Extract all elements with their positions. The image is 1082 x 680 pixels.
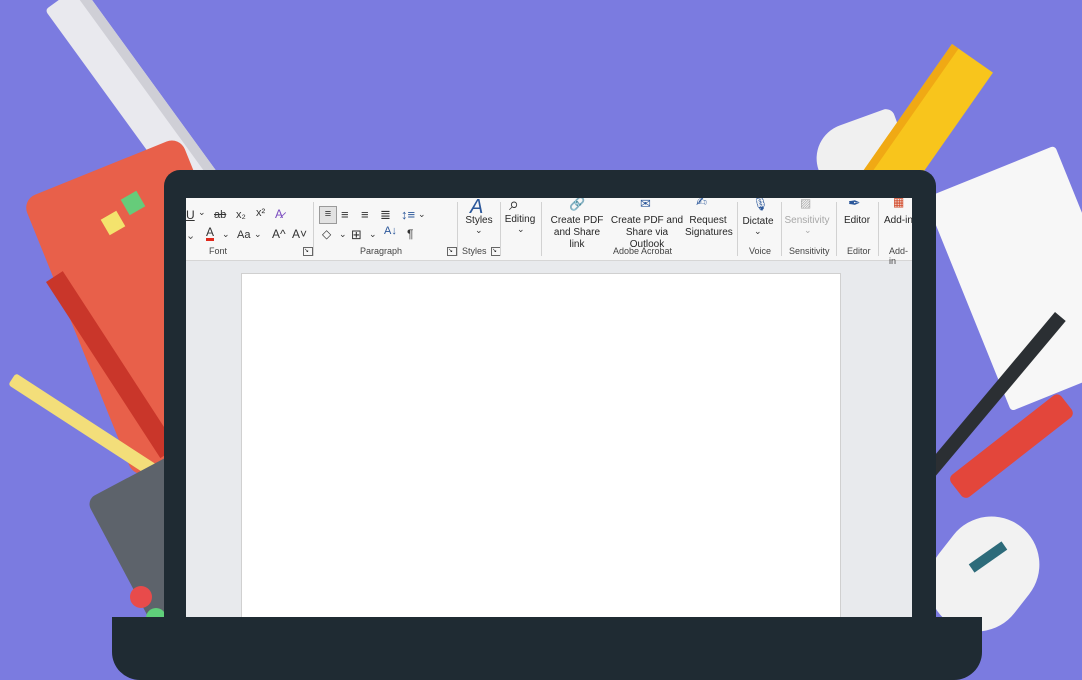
search-icon: ⌕: [509, 198, 520, 214]
word-window: U ⌄ ab x₂ x² A̷ ⌄ A ⌄ Aa ⌄ A^ A˅ Font ↘ …: [186, 198, 912, 617]
chevron-down-icon[interactable]: ⌄: [804, 225, 812, 236]
request-signatures-button[interactable]: Request Signatures: [685, 215, 733, 239]
ribbon: U ⌄ ab x₂ x² A̷ ⌄ A ⌄ Aa ⌄ A^ A˅ Font ↘ …: [186, 198, 912, 266]
add-ins-group-label: Add-in: [889, 246, 909, 266]
sensitivity-group-label: Sensitivity: [789, 246, 830, 256]
add-ins-button[interactable]: Add-ins: [884, 215, 912, 227]
styles-group-label: Styles: [462, 246, 487, 256]
align-left-icon[interactable]: ≡: [319, 206, 337, 224]
divider: [836, 202, 837, 256]
sensitivity-icon: ▨: [800, 198, 812, 210]
line-spacing-icon[interactable]: ↕≡: [401, 207, 415, 222]
divider: [781, 202, 782, 256]
divider: [878, 202, 879, 256]
font-dialog-launcher-icon[interactable]: ↘: [303, 247, 313, 256]
signature-icon: ✍: [696, 198, 707, 209]
laptop-base: [112, 617, 982, 680]
request-signatures-label-1: Request: [689, 215, 727, 226]
envelope-icon: ✉: [640, 198, 651, 211]
divider: [457, 202, 458, 256]
add-ins-icon: ▦: [893, 198, 905, 209]
editor-button[interactable]: Editor: [840, 215, 874, 227]
document-page[interactable]: [241, 273, 841, 617]
underline-button[interactable]: U: [186, 208, 195, 222]
calculator-button-red: [130, 586, 152, 608]
subscript-button[interactable]: x₂: [236, 209, 246, 221]
chevron-down-icon[interactable]: ⌄: [339, 229, 347, 240]
divider: [500, 202, 501, 256]
chevron-down-icon[interactable]: ⌄: [369, 229, 377, 240]
paragraph-dialog-launcher-icon[interactable]: ↘: [447, 247, 457, 256]
pdf-link-icon: 🔗: [569, 198, 586, 211]
chevron-down-icon[interactable]: ⌄: [254, 229, 262, 240]
align-center-icon[interactable]: ≡: [341, 207, 349, 222]
divider: [313, 202, 314, 256]
divider: [737, 202, 738, 256]
editor-group-label: Editor: [847, 246, 871, 256]
shading-icon[interactable]: ◇: [322, 227, 331, 241]
create-pdf-share-link-label-1: Create PDF: [550, 215, 604, 226]
show-marks-button[interactable]: ¶: [407, 227, 413, 241]
divider: [541, 202, 542, 256]
adobe-acrobat-group-label: Adobe Acrobat: [613, 246, 673, 256]
voice-group-label: Voice: [749, 246, 772, 256]
shrink-font-button[interactable]: A˅: [292, 227, 307, 241]
highlight-chevron-icon[interactable]: ⌄: [186, 229, 195, 242]
font-group-label: Font: [209, 246, 228, 256]
sort-icon[interactable]: A↓: [384, 225, 397, 237]
borders-icon[interactable]: ⊞: [351, 227, 362, 243]
create-pdf-share-link-button[interactable]: Create PDF and Share link: [547, 215, 607, 251]
strikethrough-button[interactable]: ab: [214, 209, 226, 221]
align-right-icon[interactable]: ≡: [361, 207, 369, 222]
chevron-down-icon[interactable]: ⌄: [222, 229, 230, 240]
justify-icon[interactable]: ≣: [380, 207, 391, 223]
chevron-down-icon[interactable]: ⌄: [517, 224, 525, 235]
chevron-down-icon[interactable]: ⌄: [418, 209, 426, 220]
font-color-button[interactable]: A: [206, 226, 215, 241]
paragraph-group-label: Paragraph: [360, 246, 403, 256]
superscript-button[interactable]: x²: [256, 207, 265, 219]
chevron-down-icon[interactable]: ⌄: [754, 226, 762, 237]
chevron-down-icon[interactable]: ⌄: [198, 207, 206, 218]
editor-pen-icon: ✒: [848, 198, 861, 212]
change-case-button[interactable]: Aa: [237, 229, 250, 241]
create-pdf-share-link-label-2: and Share link: [553, 227, 601, 250]
microphone-icon: 🎙: [752, 198, 769, 211]
create-pdf-outlook-label-1: Create PDF and: [610, 215, 684, 226]
grow-font-button[interactable]: A^: [272, 227, 286, 241]
request-signatures-label-2: Signatures: [685, 227, 733, 238]
chevron-down-icon[interactable]: ⌄: [475, 225, 483, 236]
clear-formatting-icon[interactable]: A̷: [275, 207, 283, 221]
